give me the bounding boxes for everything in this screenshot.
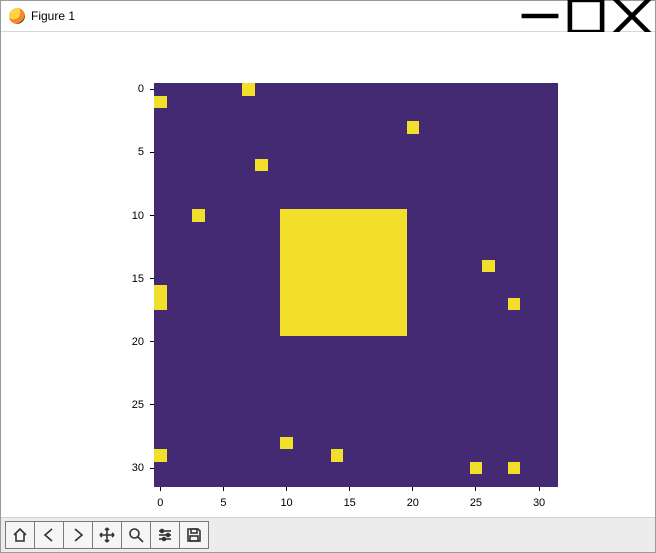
y-tick-mark	[150, 215, 154, 216]
y-tick-label: 10	[114, 210, 144, 222]
heatmap-cell	[192, 209, 205, 222]
x-tick-mark	[539, 487, 540, 491]
arrow-right-icon	[70, 527, 86, 543]
heatmap-cell	[154, 298, 167, 311]
y-tick-label: 0	[114, 83, 144, 95]
maximize-button[interactable]	[563, 1, 609, 31]
x-tick-label: 5	[220, 497, 226, 509]
magnifier-icon	[128, 527, 144, 543]
figure-window: Figure 1 0 5 10 15 20 25 30 0 5 10 15 20 25 30	[0, 0, 656, 553]
y-tick-label: 25	[114, 399, 144, 411]
y-tick-mark	[150, 341, 154, 342]
save-icon	[186, 527, 202, 543]
x-tick-label: 10	[280, 497, 292, 509]
x-tick-label: 30	[533, 497, 545, 509]
forward-button[interactable]	[63, 521, 93, 549]
y-tick-mark	[150, 89, 154, 90]
heatmap-cell	[407, 121, 420, 134]
figure-canvas[interactable]: 0 5 10 15 20 25 30 0 5 10 15 20 25 30	[1, 32, 655, 517]
y-tick-mark	[150, 278, 154, 279]
minimize-button[interactable]	[517, 1, 563, 31]
close-button[interactable]	[609, 1, 655, 31]
heatmap-cell	[154, 449, 167, 462]
back-button[interactable]	[34, 521, 64, 549]
x-tick-mark	[223, 487, 224, 491]
titlebar: Figure 1	[1, 1, 655, 32]
y-tick-label: 5	[114, 146, 144, 158]
heatmap-cell	[508, 298, 521, 311]
x-tick-mark	[286, 487, 287, 491]
heatmap-cell	[255, 159, 268, 172]
x-tick-mark	[412, 487, 413, 491]
home-button[interactable]	[5, 521, 35, 549]
arrow-left-icon	[41, 527, 57, 543]
y-tick-mark	[150, 404, 154, 405]
heatmap-cell	[154, 285, 167, 298]
sliders-icon	[157, 527, 173, 543]
heatmap-cell	[242, 83, 255, 96]
y-tick-mark	[150, 152, 154, 153]
y-tick-label: 20	[114, 336, 144, 348]
x-tick-label: 25	[470, 497, 482, 509]
x-tick-mark	[349, 487, 350, 491]
pan-button[interactable]	[92, 521, 122, 549]
heatmap-cell	[331, 449, 344, 462]
heatmap-axes: 051015202530051015202530	[154, 83, 558, 487]
home-icon	[12, 527, 28, 543]
heatmap-cell	[482, 260, 495, 273]
save-button[interactable]	[179, 521, 209, 549]
x-tick-mark	[160, 487, 161, 491]
zoom-button[interactable]	[121, 521, 151, 549]
heatmap-cell	[154, 96, 167, 109]
y-tick-mark	[150, 468, 154, 469]
x-tick-label: 20	[407, 497, 419, 509]
nav-toolbar	[1, 517, 655, 552]
x-tick-mark	[475, 487, 476, 491]
x-tick-label: 0	[157, 497, 163, 509]
heatmap-cell	[470, 462, 483, 475]
configure-button[interactable]	[150, 521, 180, 549]
matplotlib-icon	[9, 8, 25, 24]
y-tick-label: 30	[114, 462, 144, 474]
heatmap-cell	[508, 462, 521, 475]
heatmap-cell	[280, 209, 406, 335]
window-title: Figure 1	[31, 9, 75, 23]
move-icon	[99, 527, 115, 543]
x-tick-label: 15	[344, 497, 356, 509]
heatmap-cell	[280, 437, 293, 450]
y-tick-label: 15	[114, 273, 144, 285]
